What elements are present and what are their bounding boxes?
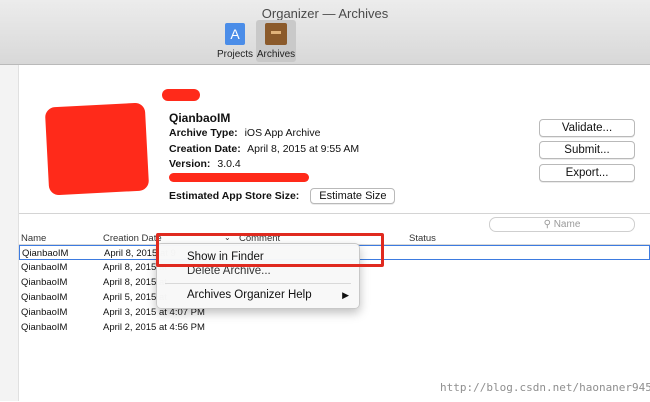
row-name: QianbaoIM [21, 307, 68, 318]
archive-type-row: Archive Type: iOS App Archive [169, 127, 320, 139]
menu-separator [165, 283, 351, 284]
tab-projects[interactable]: A Projects [215, 20, 255, 62]
validate-button[interactable]: Validate... [539, 119, 635, 137]
redaction-mark [162, 89, 200, 101]
annotation-highlight-box [156, 233, 384, 267]
export-button[interactable]: Export... [539, 164, 635, 182]
window-titlebar: Organizer — Archives A Projects Archives [0, 0, 650, 65]
estimated-size-row: Estimated App Store Size: Estimate Size [169, 188, 396, 204]
column-header-name[interactable]: Name [21, 233, 46, 244]
version-value: 3.0.4 [217, 158, 241, 170]
creation-date-label: Creation Date: [169, 143, 241, 155]
archives-icon [265, 23, 287, 45]
projects-icon: A [225, 23, 245, 45]
column-header-creation-date[interactable]: Creation Date [103, 233, 162, 244]
row-name: QianbaoIM [21, 277, 68, 288]
table-row[interactable]: QianbaoIM April 2, 2015 at 4:56 PM [19, 320, 650, 335]
search-input[interactable]: ⚲ Name [489, 217, 635, 232]
creation-date-value: April 8, 2015 at 9:55 AM [247, 143, 360, 155]
tab-archives[interactable]: Archives [256, 20, 296, 62]
window-title: Organizer — Archives [261, 6, 389, 21]
redaction-mark [169, 173, 309, 182]
archive-type-label: Archive Type: [169, 127, 238, 139]
archive-type-value: iOS App Archive [244, 127, 321, 139]
creation-date-row: Creation Date: April 8, 2015 at 9:55 AM [169, 143, 359, 155]
tab-archives-label: Archives [256, 49, 296, 60]
row-name: QianbaoIM [21, 292, 68, 303]
search-icon: ⚲ [543, 219, 551, 230]
tab-projects-label: Projects [216, 49, 254, 60]
archive-detail-panel: QianbaoIM Archive Type: iOS App Archive … [19, 65, 650, 213]
redacted-app-icon [44, 102, 150, 196]
submenu-arrow-icon: ▶ [342, 290, 349, 300]
estimate-size-button[interactable]: Estimate Size [310, 188, 396, 204]
version-row: Version: 3.0.4 [169, 158, 241, 170]
watermark: http://blog.csdn.net/haonaner9455 [440, 381, 650, 394]
submit-button[interactable]: Submit... [539, 141, 635, 159]
sidebar-strip [0, 65, 19, 401]
row-name: QianbaoIM [21, 322, 68, 333]
estimated-size-label: Estimated App Store Size: [169, 190, 300, 202]
search-placeholder: Name [553, 219, 581, 230]
version-label: Version: [169, 158, 211, 170]
row-name: QianbaoIM [22, 248, 69, 259]
archive-name: QianbaoIM [169, 111, 231, 125]
row-name: QianbaoIM [21, 262, 68, 273]
column-header-status[interactable]: Status [409, 233, 436, 244]
menu-item-archives-organizer-help[interactable]: Archives Organizer Help [187, 289, 312, 301]
row-date: April 2, 2015 at 4:56 PM [103, 322, 205, 333]
